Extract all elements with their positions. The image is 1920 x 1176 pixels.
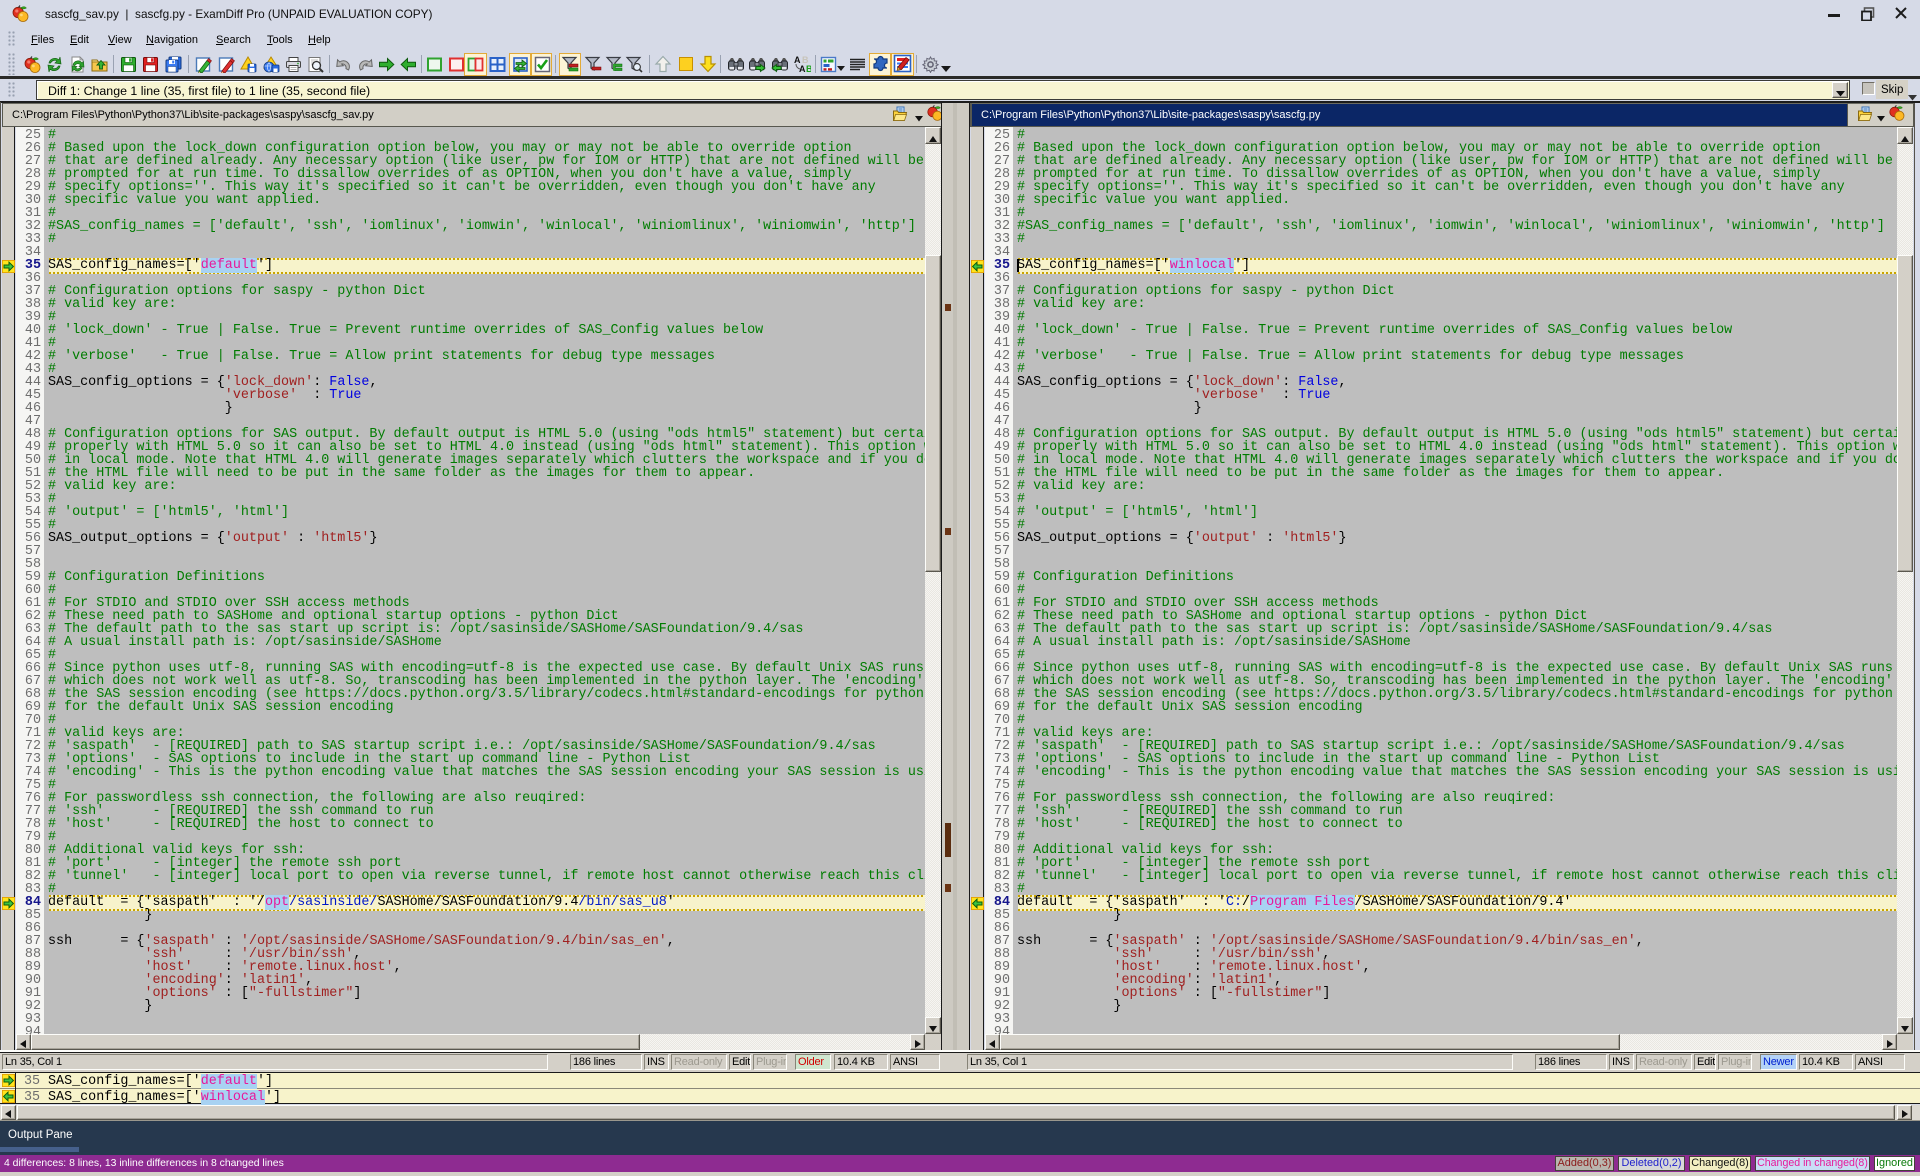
svg-text:B: B: [806, 64, 811, 73]
svg-text:A: A: [799, 64, 806, 73]
